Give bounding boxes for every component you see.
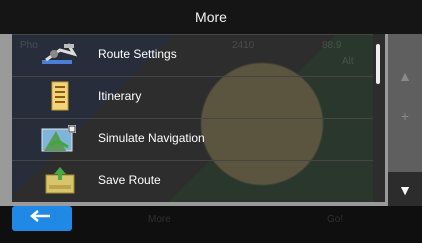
back-button[interactable] [12,206,72,231]
title-bar: More [0,0,422,34]
side-control-panel: ▲ + ▼ [388,34,422,208]
bottom-faded-text-2: Go! [327,214,344,225]
menu-item-simulate-navigation[interactable]: Simulate Navigation [12,118,384,160]
save-route-icon [40,165,80,197]
route-settings-icon [40,39,80,71]
menu-item-save-route[interactable]: Save Route [12,160,384,202]
menu-item-route-settings[interactable]: Route Settings [12,34,384,76]
itinerary-icon [40,81,80,113]
back-arrow-icon [30,209,54,228]
scrollbar-thumb[interactable] [376,44,380,84]
plus-icon[interactable]: + [390,98,420,133]
menu-item-itinerary[interactable]: Itinerary [12,76,384,118]
window-title: More [195,9,227,25]
bottom-faded-text-1: More [148,214,171,225]
simulate-navigation-icon [40,123,80,155]
menu-item-label: Route Settings [98,47,177,61]
up-arrow-icon[interactable]: ▲ [390,58,420,93]
menu-item-label: Simulate Navigation [98,131,205,145]
scrollbar-track[interactable] [373,34,385,202]
menu-item-label: Itinerary [98,89,142,103]
down-arrow-icon[interactable]: ▼ [388,172,422,208]
app-frame: More Pho 2410 88.9 Alt Route Settings It… [0,0,422,243]
menu-list: Pho 2410 88.9 Alt Route Settings Itinera… [12,34,384,202]
menu-item-label: Save Route [98,173,161,187]
